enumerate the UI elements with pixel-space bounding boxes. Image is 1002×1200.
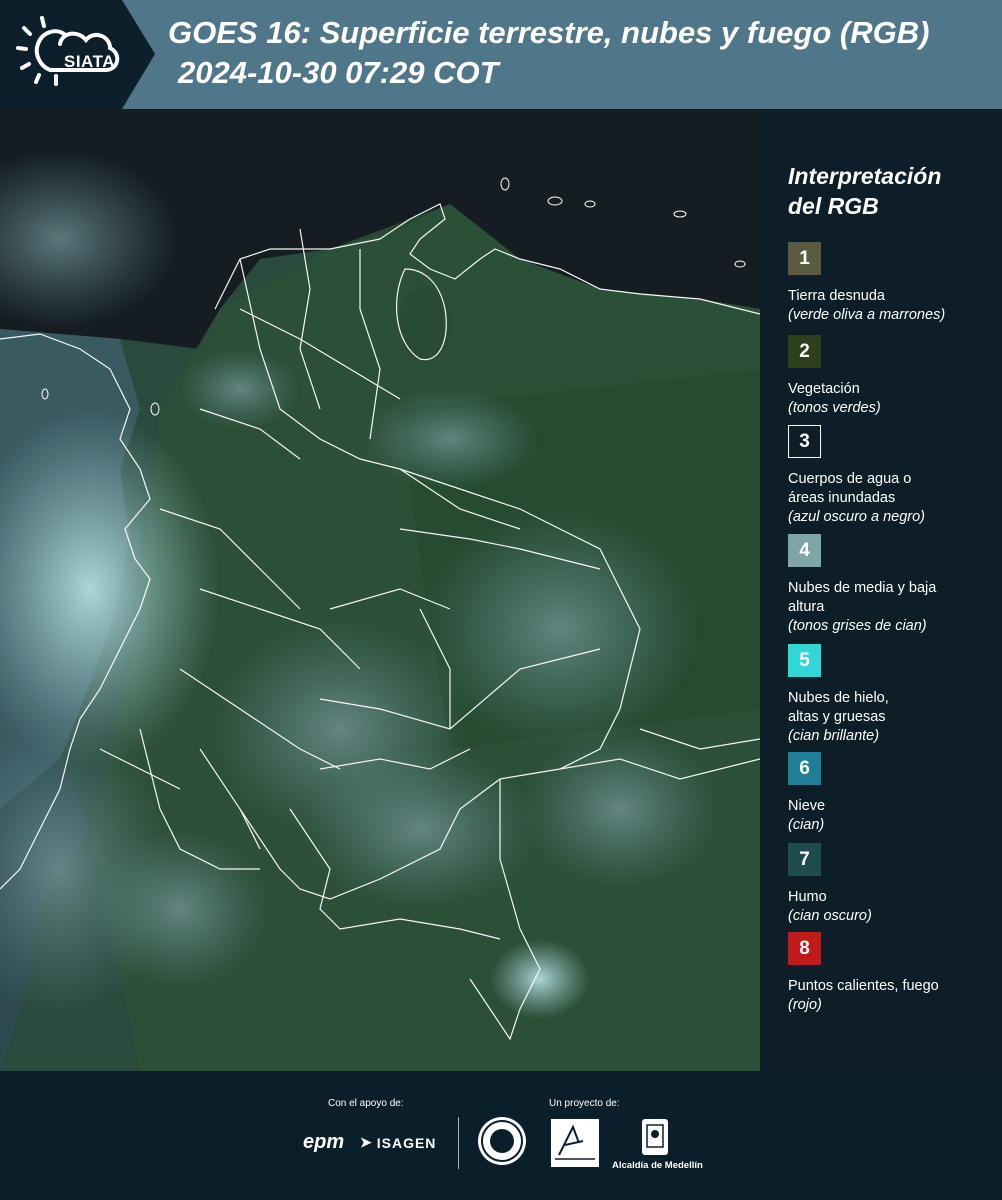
logo-text: SIATA bbox=[64, 52, 115, 71]
swatch-vegetation: 2 bbox=[788, 335, 821, 368]
swatch-smoke: 7 bbox=[788, 843, 821, 876]
medellin-shield-icon bbox=[642, 1119, 668, 1155]
legend-sub: (cian brillante) bbox=[788, 728, 880, 744]
legend-label: Nubes de media y baja altura bbox=[788, 580, 937, 615]
legend-title-line2: del RGB bbox=[788, 193, 879, 219]
swatch-snow: 6 bbox=[788, 752, 821, 785]
footer: Con el apoyo de: Un proyecto de: epm ➤ I… bbox=[0, 1071, 1002, 1200]
legend-panel: Interpretación del RGB 1 Tierra desnuda … bbox=[762, 109, 1002, 1071]
swatch-bare-soil: 1 bbox=[788, 242, 821, 275]
legend-sub: (cian oscuro) bbox=[788, 908, 872, 924]
footer-divider bbox=[458, 1117, 459, 1169]
legend-sub: (tonos grises de cian) bbox=[788, 618, 927, 634]
legend-label: Vegetación bbox=[788, 381, 860, 397]
legend-label: Nieve bbox=[788, 798, 826, 814]
legend-title: Interpretación del RGB bbox=[788, 161, 988, 221]
map-canvas bbox=[0, 109, 760, 1071]
isagen-logo: ➤ ISAGEN bbox=[360, 1134, 436, 1151]
support-label: Con el apoyo de: bbox=[328, 1098, 404, 1109]
swatch-hotspots: 8 bbox=[788, 932, 821, 965]
swatch-water: 3 bbox=[788, 425, 821, 458]
legend-label: Cuerpos de agua o áreas inundadas bbox=[788, 471, 912, 506]
swatch-low-clouds: 4 bbox=[788, 534, 821, 567]
legend-item-7: 7 Humo (cian oscuro) bbox=[788, 843, 998, 926]
legend-item-4: 4 Nubes de media y baja altura (tonos gr… bbox=[788, 534, 998, 636]
legend-item-5: 5 Nubes de hielo, altas y gruesas (cian … bbox=[788, 644, 998, 746]
university-seal-icon bbox=[478, 1117, 526, 1165]
epm-logo: epm bbox=[303, 1131, 345, 1153]
legend-sub: (verde oliva a marrones) bbox=[788, 307, 946, 323]
legend-item-6: 6 Nieve (cian) bbox=[788, 752, 998, 835]
isagen-arrow-icon: ➤ bbox=[360, 1134, 373, 1150]
legend-item-3: 3 Cuerpos de agua o áreas inundadas (azu… bbox=[788, 425, 998, 527]
legend-title-line1: Interpretación bbox=[788, 163, 942, 189]
legend-item-1: 1 Tierra desnuda (verde oliva a marrones… bbox=[788, 242, 998, 325]
legend-label: Puntos calientes, fuego bbox=[788, 978, 939, 994]
siata-logo: SIATA bbox=[14, 12, 126, 96]
area-metropolitana-logo-icon bbox=[551, 1119, 599, 1167]
timestamp: 2024-10-30 07:29 COT bbox=[178, 55, 499, 90]
legend-sub: (tonos verdes) bbox=[788, 400, 881, 416]
swatch-ice-clouds: 5 bbox=[788, 644, 821, 677]
page-title: GOES 16: Superficie terrestre, nubes y f… bbox=[168, 15, 930, 50]
isagen-label: ISAGEN bbox=[376, 1134, 437, 1151]
project-label: Un proyecto de: bbox=[549, 1098, 620, 1109]
alcaldia-label: Alcaldía de Medellín bbox=[612, 1160, 703, 1171]
header: SIATA GOES 16: Superficie terrestre, nub… bbox=[0, 0, 1002, 109]
legend-sub: (rojo) bbox=[788, 997, 822, 1013]
legend-sub: (cian) bbox=[788, 817, 825, 833]
legend-label: Nubes de hielo, altas y gruesas bbox=[788, 690, 889, 725]
legend-item-8: 8 Puntos calientes, fuego (rojo) bbox=[788, 932, 998, 1015]
satellite-map bbox=[0, 109, 760, 1071]
legend-sub: (azul oscuro a negro) bbox=[788, 509, 926, 525]
legend-item-2: 2 Vegetación (tonos verdes) bbox=[788, 335, 998, 418]
legend-label: Tierra desnuda bbox=[788, 288, 885, 304]
legend-label: Humo bbox=[788, 889, 827, 905]
